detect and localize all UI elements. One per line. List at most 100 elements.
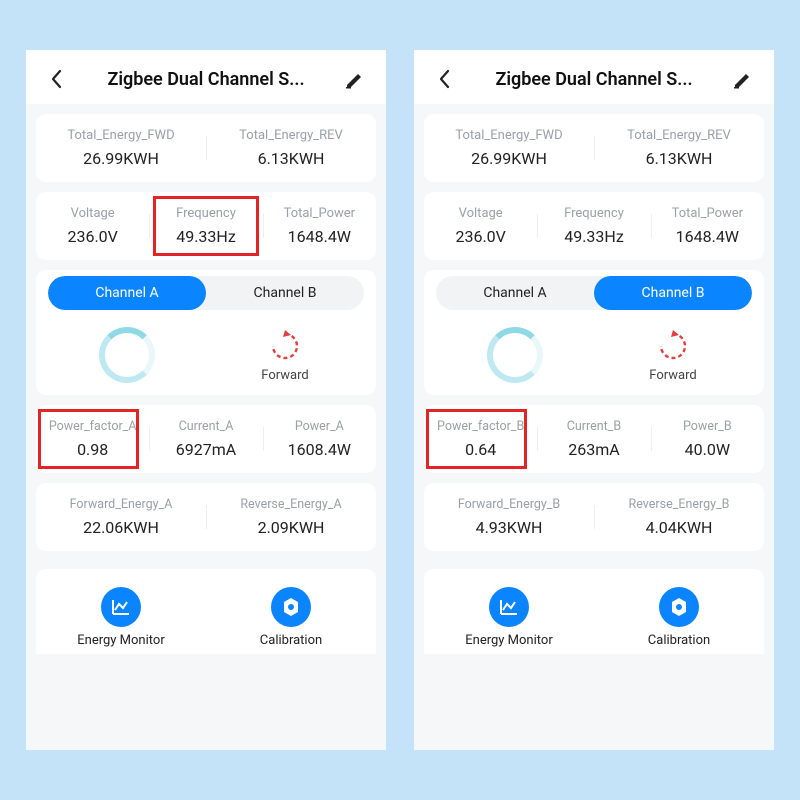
nav-calibration[interactable]: Calibration [206, 587, 376, 648]
nav-calibration[interactable]: Calibration [594, 587, 764, 648]
bottom-nav: Energy Monitor Calibration [424, 569, 764, 654]
gear-icon [271, 587, 311, 627]
rotate-forward-icon [653, 326, 693, 366]
energy-row: Total_Energy_FWD 26.99KWH Total_Energy_R… [36, 114, 376, 182]
value: 4.04KWH [646, 518, 713, 537]
gear-icon [659, 587, 699, 627]
value: 22.06KWH [83, 518, 159, 537]
metric-reverse-energy: Reverse_Energy_B 4.04KWH [594, 497, 764, 537]
value: 1648.4W [676, 227, 739, 246]
metric-total-energy-fwd: Total_Energy_FWD 26.99KWH [36, 128, 206, 168]
chart-icon [489, 587, 529, 627]
spinner-icon [99, 327, 155, 383]
value: 1608.4W [288, 440, 351, 459]
label: Power_A [295, 419, 344, 434]
page-title: Zigbee Dual Channel S... [458, 69, 730, 90]
metric-forward-energy: Forward_Energy_B 4.93KWH [424, 497, 594, 537]
label: Reverse_Energy_B [629, 497, 730, 512]
content: Total_Energy_FWD 26.99KWH Total_Energy_R… [26, 104, 386, 750]
label: Current_B [567, 419, 621, 434]
label: Total_Power [284, 206, 356, 221]
label: Total_Power [672, 206, 744, 221]
metric-power-factor: Power_factor_B 0.64 [424, 419, 537, 459]
energy-row: Total_Energy_FWD 26.99KWH Total_Energy_R… [424, 114, 764, 182]
bottom-nav: Energy Monitor Calibration [36, 569, 376, 654]
metric-power-factor: Power_factor_A 0.98 [36, 419, 149, 459]
metric-total-power: Total_Power 1648.4W [263, 206, 376, 246]
label: Total_Energy_FWD [67, 128, 174, 143]
tab-channel-b[interactable]: Channel B [594, 276, 752, 310]
channel-metrics-row: Power_factor_B 0.64 Current_B 263mA Powe… [424, 405, 764, 473]
back-icon[interactable] [432, 66, 458, 92]
label: Voltage [71, 206, 115, 221]
label: Voltage [459, 206, 503, 221]
label: Total_Energy_FWD [455, 128, 562, 143]
metric-power: Power_B 40.0W [651, 419, 764, 459]
value: 49.33Hz [564, 227, 624, 246]
value: 6.13KWH [258, 149, 325, 168]
label: Total_Energy_REV [627, 128, 731, 143]
metric-forward-energy: Forward_Energy_A 22.06KWH [36, 497, 206, 537]
rotate-forward-icon [265, 326, 305, 366]
edit-icon[interactable] [342, 66, 368, 92]
phone-right: Zigbee Dual Channel S... Total_Energy_FW… [414, 50, 774, 750]
metric-reverse-energy: Reverse_Energy_A 2.09KWH [206, 497, 376, 537]
label: Power_factor_A [49, 419, 137, 434]
label: Frequency [176, 206, 236, 221]
nav-energy-monitor[interactable]: Energy Monitor [424, 587, 594, 648]
back-icon[interactable] [44, 66, 70, 92]
metric-voltage: Voltage 236.0V [424, 206, 537, 246]
metric-voltage: Voltage 236.0V [36, 206, 149, 246]
tab-channel-a[interactable]: Channel A [48, 276, 206, 310]
value: 6927mA [176, 440, 236, 459]
tab-channel-b[interactable]: Channel B [206, 276, 364, 310]
metric-power: Power_A 1608.4W [263, 419, 376, 459]
value: 236.0V [455, 227, 505, 246]
value: 40.0W [685, 440, 730, 459]
channel-card: Channel A Channel B Forward [424, 270, 764, 395]
main-row: Voltage 236.0V Frequency 49.33Hz Total_P… [424, 192, 764, 260]
spinner-area: Forward [436, 310, 752, 395]
forward-col: Forward [206, 326, 364, 383]
edit-icon[interactable] [730, 66, 756, 92]
tab-channel-a[interactable]: Channel A [436, 276, 594, 310]
metric-frequency: Frequency 49.33Hz [537, 206, 650, 246]
label: Total_Energy_REV [239, 128, 343, 143]
spinner-area: Forward [48, 310, 364, 395]
label: Calibration [260, 633, 322, 648]
forward-col: Forward [594, 326, 752, 383]
value: 0.98 [77, 440, 108, 459]
value: 1648.4W [288, 227, 351, 246]
label: Current_A [179, 419, 234, 434]
channel-tabs: Channel A Channel B [48, 276, 364, 310]
channel-energy-row: Forward_Energy_B 4.93KWH Reverse_Energy_… [424, 483, 764, 551]
metric-current: Current_A 6927mA [149, 419, 262, 459]
value: 49.33Hz [176, 227, 236, 246]
value: 26.99KWH [471, 149, 547, 168]
value: 4.93KWH [476, 518, 543, 537]
value: 236.0V [67, 227, 117, 246]
highlight-box [38, 409, 139, 469]
label: Energy Monitor [77, 633, 164, 648]
header: Zigbee Dual Channel S... [26, 50, 386, 104]
spinner-icon [487, 327, 543, 383]
label: Forward_Energy_A [70, 497, 173, 512]
metric-current: Current_B 263mA [537, 419, 650, 459]
page-title: Zigbee Dual Channel S... [70, 69, 342, 90]
label: Reverse_Energy_A [240, 497, 341, 512]
metric-total-energy-rev: Total_Energy_REV 6.13KWH [206, 128, 376, 168]
value: 263mA [568, 440, 619, 459]
forward-label: Forward [649, 368, 696, 383]
value: 0.64 [465, 440, 496, 459]
metric-frequency: Frequency 49.33Hz [149, 206, 262, 246]
label: Power_factor_B [437, 419, 524, 434]
spinner-col [436, 327, 594, 383]
value: 2.09KWH [258, 518, 325, 537]
forward-label: Forward [261, 368, 308, 383]
nav-energy-monitor[interactable]: Energy Monitor [36, 587, 206, 648]
chart-icon [101, 587, 141, 627]
channel-metrics-row: Power_factor_A 0.98 Current_A 6927mA Pow… [36, 405, 376, 473]
channel-tabs: Channel A Channel B [436, 276, 752, 310]
main-row: Voltage 236.0V Frequency 49.33Hz Total_P… [36, 192, 376, 260]
value: 26.99KWH [83, 149, 159, 168]
